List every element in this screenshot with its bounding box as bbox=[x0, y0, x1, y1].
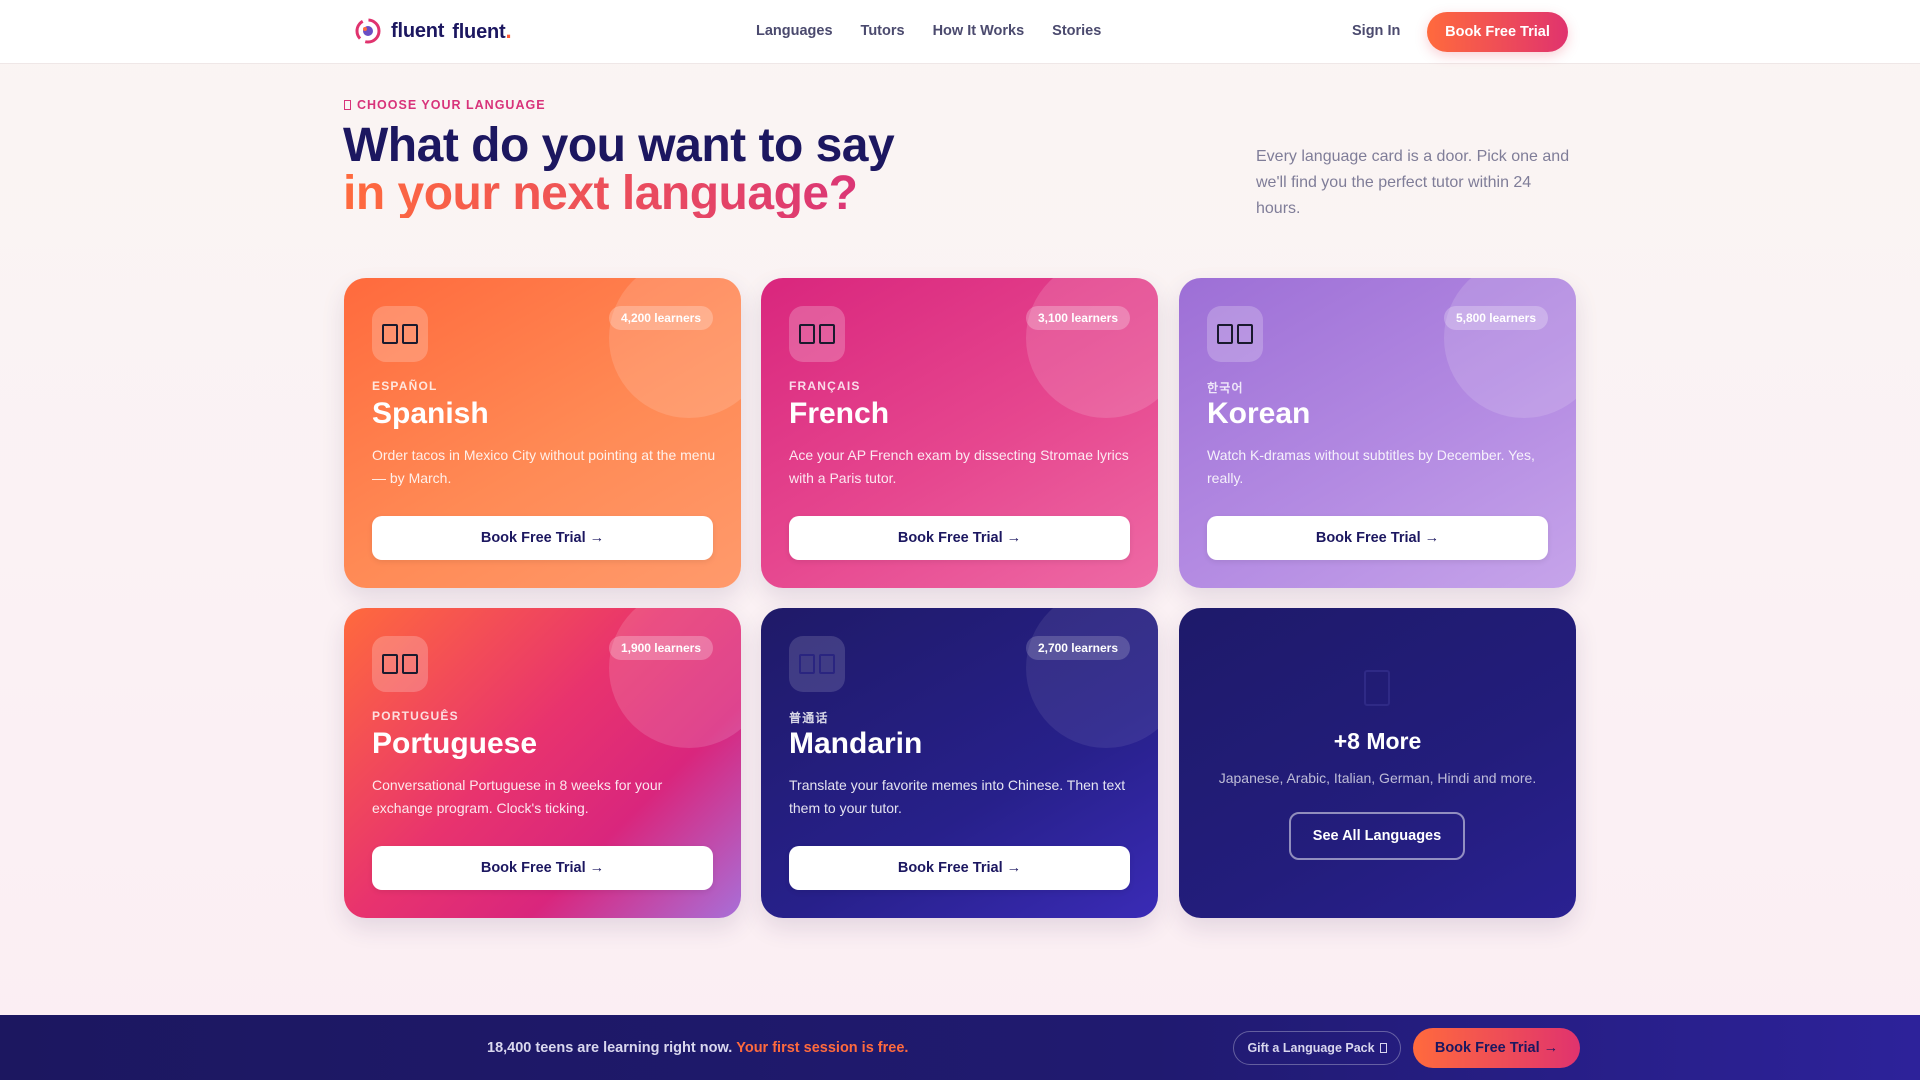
gift-button-label: Gift a Language Pack bbox=[1247, 1041, 1375, 1055]
nav-link-languages[interactable]: Languages bbox=[756, 23, 833, 39]
more-languages-description: Japanese, Arabic, Italian, German, Hindi… bbox=[1218, 770, 1537, 786]
language-card-french[interactable]: 3,100 learners FRANÇAIS French Ace your … bbox=[761, 278, 1158, 588]
brazil-flag-icon bbox=[372, 636, 428, 692]
globe-icon bbox=[1364, 670, 1390, 706]
bottom-message: 18,400 teens are learning right now. Your… bbox=[487, 1040, 908, 1056]
language-name: Korean bbox=[1207, 397, 1311, 430]
language-description: Order tacos in Mexico City without point… bbox=[372, 447, 716, 486]
eyebrow-label: CHOOSE YOUR LANGUAGE bbox=[357, 98, 546, 112]
learners-badge: 1,900 learners bbox=[608, 636, 713, 660]
card-decoration bbox=[609, 608, 741, 748]
card-decoration bbox=[609, 278, 741, 418]
book-trial-button-mandarin[interactable]: Book Free Trial → bbox=[789, 846, 1130, 890]
book-trial-button-korean[interactable]: Book Free Trial → bbox=[1207, 516, 1548, 560]
brand-logo-icon bbox=[355, 18, 381, 44]
more-languages-card[interactable]: +8 More Japanese, Arabic, Italian, Germa… bbox=[1179, 608, 1576, 918]
bottom-book-trial-button[interactable]: Book Free Trial → bbox=[1413, 1028, 1580, 1068]
free-session-highlight: Your first session is free. bbox=[736, 1040, 909, 1056]
learners-badge: 5,800 learners bbox=[1443, 306, 1548, 330]
france-flag-icon bbox=[789, 306, 845, 362]
native-name: FRANÇAIS bbox=[789, 379, 861, 393]
learners-badge: 2,700 learners bbox=[1025, 636, 1130, 660]
brand-logo-link[interactable]: fluent fluent. bbox=[355, 18, 512, 44]
language-card-portuguese[interactable]: 1,900 learners PORTUGUÊS Portuguese Conv… bbox=[344, 608, 741, 918]
language-description: Conversational Portuguese in 8 weeks for… bbox=[372, 777, 663, 816]
language-card-spanish[interactable]: 4,200 learners ESPAÑOL Spanish Order tac… bbox=[344, 278, 741, 588]
language-description: Watch K-dramas without subtitles by Dece… bbox=[1207, 447, 1535, 486]
nav-links: Languages Tutors How It Works Stories bbox=[756, 23, 1129, 39]
card-decoration bbox=[1026, 608, 1158, 748]
brand-dot: . bbox=[505, 18, 512, 43]
bottom-sticky-bar: 18,400 teens are learning right now. Your… bbox=[0, 1015, 1920, 1080]
page-title-line-2: in your next language? bbox=[343, 170, 894, 218]
native-name: 普通话 bbox=[789, 711, 829, 725]
gift-language-pack-button[interactable]: Gift a Language Pack bbox=[1233, 1031, 1401, 1065]
gift-icon bbox=[1379, 1043, 1387, 1053]
language-name: Mandarin bbox=[789, 727, 923, 760]
sign-in-link[interactable]: Sign In bbox=[1352, 23, 1400, 39]
see-all-languages-button[interactable]: See All Languages bbox=[1289, 812, 1465, 860]
china-flag-icon bbox=[789, 636, 845, 692]
language-name: Spanish bbox=[372, 397, 489, 430]
brand-word-2: fluent. bbox=[452, 18, 512, 43]
nav-link-tutors[interactable]: Tutors bbox=[861, 23, 905, 39]
language-description: Translate your favorite memes into Chine… bbox=[789, 777, 1126, 816]
nav-link-how-it-works[interactable]: How It Works bbox=[933, 23, 1025, 39]
hero-description: Every language card is a door. Pick one … bbox=[1256, 148, 1570, 217]
learners-badge: 3,100 learners bbox=[1025, 306, 1130, 330]
card-decoration bbox=[1444, 278, 1576, 418]
language-name: Portuguese bbox=[372, 727, 538, 760]
top-nav: fluent fluent. Languages Tutors How It W… bbox=[0, 0, 1920, 64]
nav-link-stories[interactable]: Stories bbox=[1052, 23, 1101, 39]
korea-flag-icon bbox=[1207, 306, 1263, 362]
learner-count-text: 18,400 teens are learning right now. bbox=[487, 1040, 733, 1056]
book-trial-button-french[interactable]: Book Free Trial → bbox=[789, 516, 1130, 560]
language-description: Ace your AP French exam by dissecting St… bbox=[789, 447, 1129, 486]
native-name: 한국어 bbox=[1207, 381, 1244, 395]
more-languages-title: +8 More bbox=[1333, 728, 1422, 754]
nav-book-trial-button[interactable]: Book Free Trial bbox=[1427, 12, 1568, 52]
book-trial-button-portuguese[interactable]: Book Free Trial → bbox=[372, 846, 713, 890]
page-title-line-1: What do you want to say bbox=[343, 119, 895, 172]
spain-flag-icon bbox=[372, 306, 428, 362]
native-name: ESPAÑOL bbox=[372, 379, 438, 393]
language-name: French bbox=[789, 397, 890, 430]
language-card-korean[interactable]: 5,800 learners 한국어 Korean Watch K-dramas… bbox=[1179, 278, 1576, 588]
book-trial-button-spanish[interactable]: Book Free Trial → bbox=[372, 516, 713, 560]
language-card-mandarin[interactable]: 2,700 learners 普通话 Mandarin Translate yo… bbox=[761, 608, 1158, 918]
native-name: PORTUGUÊS bbox=[372, 709, 459, 723]
section-eyebrow: CHOOSE YOUR LANGUAGE bbox=[344, 98, 546, 112]
page-title: What do you want to say in your next lan… bbox=[343, 119, 895, 218]
card-decoration bbox=[1026, 278, 1158, 418]
brand-word-1: fluent bbox=[391, 19, 445, 42]
eyebrow-icon bbox=[344, 100, 351, 110]
learners-badge: 4,200 learners bbox=[608, 306, 713, 330]
